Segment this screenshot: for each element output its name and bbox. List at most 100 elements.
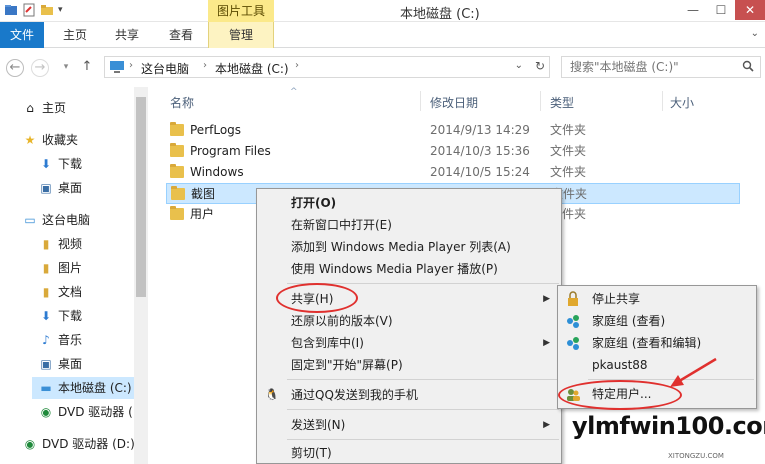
folder-icon <box>171 186 185 200</box>
search-input[interactable] <box>570 57 740 77</box>
menu-item-cut[interactable]: 剪切(T) <box>258 442 560 464</box>
address-bar[interactable]: › 这台电脑 › 本地磁盘 (C:) › ⌄ ↻ <box>104 56 550 78</box>
breadcrumb-separator[interactable]: › <box>203 60 207 71</box>
menu-item-send-to[interactable]: 发送到(N) ▶ <box>258 414 560 436</box>
star-icon: ★ <box>24 133 36 147</box>
computer-icon <box>109 60 125 77</box>
nav-scrollbar-thumb[interactable] <box>136 97 146 297</box>
homegroup-icon <box>565 335 581 351</box>
nav-item-pictures[interactable]: ▮ 图片 <box>38 257 82 279</box>
menu-item-play-with-wmp[interactable]: 使用 Windows Media Player 播放(P) <box>258 258 560 280</box>
download-folder-icon: ⬇ <box>40 309 52 323</box>
sort-indicator-icon: ^ <box>290 87 298 97</box>
column-divider[interactable] <box>662 91 663 111</box>
home-icon: ⌂ <box>26 101 34 115</box>
list-item[interactable]: Windows 2014/10/5 15:24 文件夹 <box>166 162 740 183</box>
list-item[interactable]: Program Files 2014/10/3 15:36 文件夹 <box>166 141 740 162</box>
menu-item-pin-to-start[interactable]: 固定到"开始"屏幕(P) <box>258 354 560 376</box>
menu-item-send-to-phone-qq[interactable]: 🐧 通过QQ发送到我的手机 <box>258 384 560 406</box>
menu-separator <box>287 409 559 410</box>
download-folder-icon: ⬇ <box>40 157 52 171</box>
homegroup-icon <box>565 313 581 329</box>
refresh-icon[interactable]: ↻ <box>535 59 545 73</box>
context-menu: 打开(O) 在新窗口中打开(E) 添加到 Windows Media Playe… <box>256 188 562 464</box>
tab-file[interactable]: 文件 <box>0 22 44 48</box>
submenu-item-user-pkaust88[interactable]: pkaust88 <box>559 354 755 376</box>
tab-share[interactable]: 共享 <box>108 22 146 48</box>
menu-separator <box>287 439 559 440</box>
submenu-arrow-icon: ▶ <box>543 294 550 304</box>
nav-item-local-disk[interactable]: ▬ 本地磁盘 (C:) <box>32 377 134 399</box>
lock-icon <box>565 291 581 307</box>
menu-item-add-to-wmp-list[interactable]: 添加到 Windows Media Player 列表(A) <box>258 236 560 258</box>
tab-home[interactable]: 主页 <box>56 22 94 48</box>
up-icon[interactable]: ↑ <box>78 59 96 77</box>
list-item[interactable]: PerfLogs 2014/9/13 14:29 文件夹 <box>166 120 740 141</box>
qat-dropdown-icon[interactable]: ▾ <box>58 5 63 15</box>
column-divider[interactable] <box>540 91 541 111</box>
nav-item-dvd-drive[interactable]: ◉ DVD 驱动器 ( <box>38 401 133 423</box>
column-header-type[interactable]: 类型 <box>550 94 574 111</box>
nav-item-dvd-drive-d[interactable]: ◉ DVD 驱动器 (D:) <box>22 433 135 455</box>
desktop-icon: ▣ <box>40 357 52 371</box>
folder-icon <box>170 206 184 220</box>
back-icon[interactable]: ← <box>6 59 24 77</box>
submenu-arrow-icon: ▶ <box>543 338 550 348</box>
column-header-name[interactable]: 名称 <box>170 94 194 111</box>
column-divider[interactable] <box>420 91 421 111</box>
document-folder-icon: ▮ <box>42 285 50 299</box>
video-folder-icon: ▮ <box>42 237 50 251</box>
nav-item-videos[interactable]: ▮ 视频 <box>38 233 82 255</box>
menu-item-open-new-window[interactable]: 在新窗口中打开(E) <box>258 214 560 236</box>
annotation-arrow-icon <box>670 357 717 387</box>
breadcrumb-local-disk[interactable]: 本地磁盘 (C:) <box>215 60 289 77</box>
computer-icon: ▭ <box>24 213 36 227</box>
menu-item-restore-previous[interactable]: 还原以前的版本(V) <box>258 310 560 332</box>
menu-item-include-in-library[interactable]: 包含到库中(I) ▶ <box>258 332 560 354</box>
properties-icon[interactable] <box>22 3 36 17</box>
search-icon[interactable] <box>742 60 754 75</box>
submenu-item-homegroup-view-edit[interactable]: 家庭组 (查看和编辑) <box>559 332 755 354</box>
nav-item-home[interactable]: ⌂ 主页 <box>22 97 66 119</box>
breadcrumb-separator[interactable]: › <box>129 60 133 71</box>
nav-item-downloads[interactable]: ⬇ 下载 <box>38 153 82 175</box>
explorer-app-icon[interactable] <box>4 3 18 17</box>
tab-manage[interactable]: 管理 <box>208 22 274 48</box>
highlight-circle <box>276 283 358 313</box>
nav-item-desktop[interactable]: ▣ 桌面 <box>38 177 82 199</box>
minimize-icon[interactable]: — <box>679 0 707 20</box>
submenu-item-homegroup-view[interactable]: 家庭组 (查看) <box>559 310 755 332</box>
desktop-icon: ▣ <box>40 181 52 195</box>
nav-scrollbar[interactable] <box>134 87 148 464</box>
ribbon-tabs: 文件 主页 共享 查看 管理 ⌄ <box>0 22 765 48</box>
dvd-icon: ◉ <box>40 405 52 419</box>
nav-item-desktop-2[interactable]: ▣ 桌面 <box>38 353 82 375</box>
folder-icon <box>170 164 184 178</box>
window-controls: — ☐ ✕ <box>679 0 765 20</box>
column-header-date[interactable]: 修改日期 <box>430 94 478 111</box>
new-folder-icon[interactable] <box>40 3 54 17</box>
address-dropdown-icon[interactable]: ⌄ <box>515 60 523 71</box>
watermark-logo: ylmfwin100.com <box>572 412 765 440</box>
search-box[interactable] <box>561 56 761 78</box>
submenu-item-stop-sharing[interactable]: 停止共享 <box>559 288 755 310</box>
breadcrumb-this-pc[interactable]: 这台电脑 <box>141 60 189 77</box>
forward-icon[interactable]: → <box>31 59 49 77</box>
menu-item-open[interactable]: 打开(O) <box>258 192 560 214</box>
quick-access-toolbar: ▾ <box>4 3 63 17</box>
maximize-icon[interactable]: ☐ <box>707 0 735 20</box>
nav-item-this-pc[interactable]: ▭ 这台电脑 <box>22 209 90 231</box>
nav-item-favorites[interactable]: ★ 收藏夹 <box>22 129 78 151</box>
tab-view[interactable]: 查看 <box>162 22 200 48</box>
ribbon-expand-icon[interactable]: ⌄ <box>751 28 759 39</box>
qq-penguin-icon: 🐧 <box>265 388 279 401</box>
nav-item-downloads-2[interactable]: ⬇ 下载 <box>38 305 82 327</box>
music-folder-icon: ♪ <box>42 333 50 347</box>
nav-item-music[interactable]: ♪ 音乐 <box>38 329 82 351</box>
breadcrumb-separator[interactable]: › <box>295 60 299 71</box>
address-row: ← → ▾ ↑ › 这台电脑 › 本地磁盘 (C:) › ⌄ ↻ <box>0 49 765 87</box>
nav-item-documents[interactable]: ▮ 文档 <box>38 281 82 303</box>
close-icon[interactable]: ✕ <box>735 0 765 20</box>
column-header-size[interactable]: 大小 <box>670 94 694 111</box>
recent-locations-icon[interactable]: ▾ <box>57 59 75 77</box>
